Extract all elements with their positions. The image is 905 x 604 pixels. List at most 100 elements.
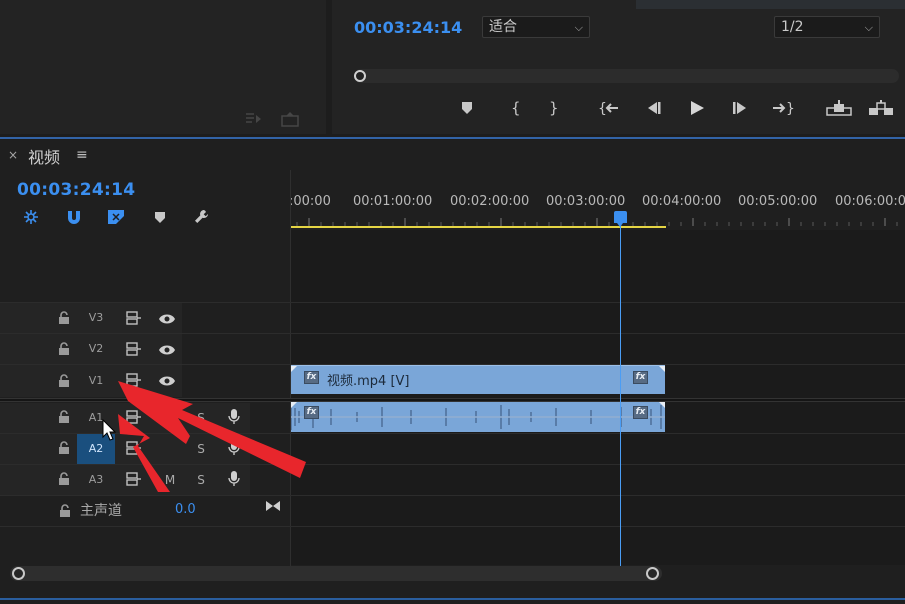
track-name-v2[interactable]: V2 — [77, 334, 115, 364]
extract-icon — [869, 100, 893, 115]
microphone-icon[interactable] — [228, 409, 240, 425]
lock-icon[interactable] — [57, 410, 71, 424]
time-ruler[interactable]: :00:00 00:01:00:00 00:02:00:00 00:03:00:… — [291, 170, 905, 230]
fx-badge[interactable]: fx — [304, 406, 319, 419]
audio-waveform — [291, 404, 665, 430]
add-marker-timeline-button[interactable] — [150, 207, 170, 227]
solo-button[interactable]: S — [194, 411, 208, 425]
microphone-icon[interactable] — [228, 471, 240, 487]
linked-selection-icon — [108, 210, 124, 224]
timeline-tab-bar — [0, 140, 905, 170]
eye-icon[interactable] — [158, 374, 176, 388]
lock-icon[interactable] — [57, 342, 71, 356]
video-clip[interactable]: fx 视频.mp4 [V] fx — [291, 365, 665, 394]
ruler-label: 00:06:00:00 — [835, 194, 905, 209]
ruler-label: 00:02:00:00 — [450, 194, 530, 209]
track-name-a2[interactable]: A2 — [77, 434, 115, 464]
step-forward-icon — [733, 102, 746, 114]
clip-out-corner — [659, 366, 665, 372]
track-header-a3[interactable] — [0, 465, 250, 495]
nest-icon — [24, 210, 38, 224]
step-back-button[interactable] — [642, 98, 664, 118]
playhead-handle[interactable] — [614, 211, 627, 227]
svg-text:}: } — [549, 100, 558, 116]
timeline-settings-button[interactable] — [192, 207, 212, 227]
sync-lock-icon[interactable] — [126, 311, 142, 325]
sync-lock-icon[interactable] — [126, 373, 142, 387]
go-to-edit-icon[interactable] — [265, 500, 281, 512]
sync-lock-icon[interactable] — [126, 472, 142, 486]
sync-lock-icon[interactable] — [126, 441, 142, 455]
master-track-header[interactable] — [0, 496, 290, 526]
lock-icon[interactable] — [57, 441, 71, 455]
sequence-tab-title[interactable]: 视频 — [28, 144, 60, 168]
scrollbar-right-handle[interactable] — [646, 567, 659, 580]
sync-lock-icon[interactable] — [126, 342, 142, 356]
panel-divider — [0, 137, 905, 139]
ruler-label: 00:05:00:00 — [738, 194, 818, 209]
video-preview — [636, 0, 905, 9]
eye-icon[interactable] — [158, 343, 176, 357]
step-back-icon — [648, 102, 661, 114]
work-area-bar[interactable] — [291, 226, 666, 228]
solo-button[interactable]: S — [194, 442, 208, 456]
scrollbar-left-handle[interactable] — [12, 567, 25, 580]
fx-badge[interactable]: fx — [633, 371, 648, 384]
svg-text:{: { — [511, 100, 520, 116]
chevron-down-icon: ⌵ — [574, 21, 583, 34]
track-name-v1[interactable]: V1 — [77, 366, 115, 396]
master-volume-value[interactable]: 0.0 — [175, 502, 196, 517]
audio-clip[interactable]: fx fx — [291, 402, 665, 432]
nest-sequence-button[interactable] — [21, 207, 41, 227]
svg-text:{: { — [598, 101, 607, 116]
track-content-area — [291, 229, 905, 565]
marker-icon — [462, 102, 472, 114]
fx-badge[interactable]: fx — [304, 371, 319, 384]
insert-icon[interactable] — [244, 111, 264, 127]
mark-in-button[interactable]: { — [504, 98, 526, 118]
track-name-a3[interactable]: A3 — [77, 465, 115, 495]
scrub-handle[interactable] — [354, 70, 366, 82]
mark-out-button[interactable]: } — [542, 98, 564, 118]
lock-icon[interactable] — [57, 472, 71, 486]
ruler-label: 00:04:00:00 — [642, 194, 722, 209]
lift-icon — [826, 100, 852, 116]
linked-selection-button[interactable] — [106, 207, 126, 227]
program-scrub-bar[interactable] — [354, 69, 899, 83]
timeline-timecode[interactable]: 00:03:24:14 — [17, 180, 135, 200]
go-to-out-button[interactable]: } — [772, 98, 794, 118]
tab-menu-icon[interactable]: ≡ — [76, 147, 88, 163]
add-marker-button[interactable] — [456, 98, 478, 118]
resolution-select[interactable]: 1/2 ⌵ — [774, 16, 880, 38]
lock-icon[interactable] — [57, 311, 71, 325]
track-name-a1[interactable]: A1 — [77, 403, 115, 433]
eye-icon[interactable] — [158, 312, 176, 326]
timeline-zoom-scrollbar[interactable] — [10, 566, 662, 581]
track-header-a2[interactable] — [0, 434, 250, 464]
fx-badge[interactable]: fx — [633, 406, 648, 419]
tab-close-icon[interactable]: × — [8, 148, 18, 162]
playhead-line[interactable] — [620, 220, 621, 566]
track-header-a1[interactable] — [0, 403, 250, 433]
mute-button[interactable]: M — [163, 473, 177, 487]
export-frame-icon[interactable] — [280, 111, 300, 127]
clip-in-corner — [291, 366, 297, 372]
solo-button[interactable]: S — [194, 473, 208, 487]
snap-button[interactable] — [64, 207, 84, 227]
program-timecode[interactable]: 00:03:24:14 — [354, 18, 462, 37]
lock-icon[interactable] — [57, 374, 71, 388]
step-forward-button[interactable] — [730, 98, 752, 118]
lift-button[interactable] — [826, 98, 852, 118]
go-to-in-button[interactable]: { — [598, 98, 620, 118]
lock-icon[interactable] — [58, 504, 72, 518]
ruler-ticks — [296, 218, 898, 226]
sync-lock-icon[interactable] — [126, 410, 142, 424]
ruler-label: 00:03:00:00 — [546, 194, 626, 209]
clip-in-corner — [291, 402, 297, 408]
extract-button[interactable] — [868, 98, 894, 118]
track-name-v3[interactable]: V3 — [77, 303, 115, 333]
play-button[interactable] — [686, 98, 708, 118]
microphone-icon[interactable] — [228, 440, 240, 456]
fit-select[interactable]: 适合 ⌵ — [482, 16, 590, 38]
track-divider — [0, 526, 905, 527]
